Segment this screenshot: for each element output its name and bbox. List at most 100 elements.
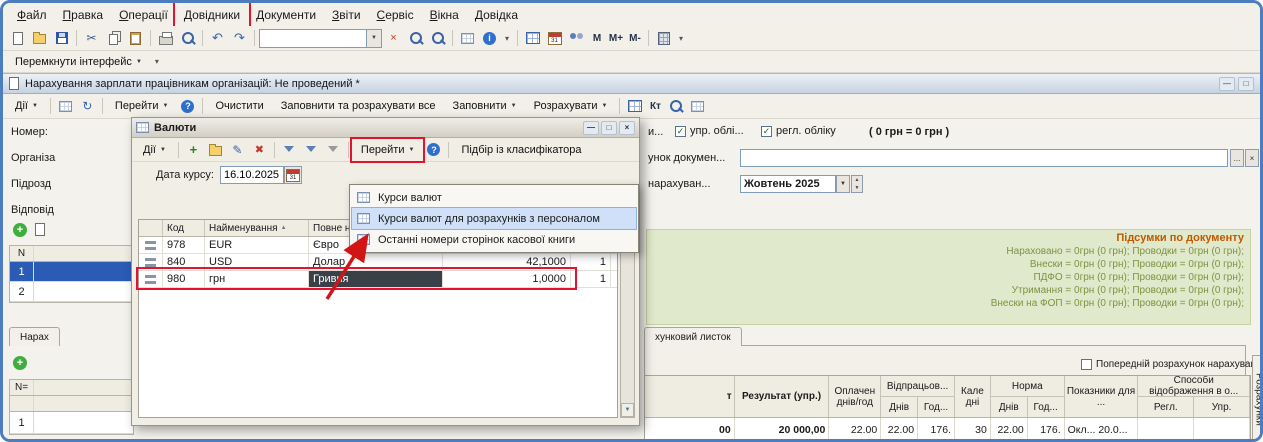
add-group-icon[interactable] — [205, 140, 226, 159]
doc-account-field[interactable] — [740, 149, 1228, 167]
precalc-checkbox[interactable]: Попередній розрахунок нарахувань — [1081, 359, 1261, 370]
find-icon[interactable] — [405, 29, 426, 48]
grid-row[interactable]: 2 — [10, 282, 133, 302]
spinner-up-icon[interactable]: ▲ — [852, 176, 862, 184]
redo-icon[interactable]: ↷ — [229, 29, 250, 48]
pick-from-classifier-button[interactable]: Підбір із класифікатора — [453, 140, 589, 160]
rate-date-calendar-icon[interactable]: 31 — [284, 166, 302, 184]
undo-icon[interactable]: ↶ — [207, 29, 228, 48]
info-icon[interactable]: i — [479, 29, 500, 48]
info-dropdown-icon[interactable]: ▾ — [501, 29, 513, 48]
spinner-down-icon[interactable]: ▼ — [852, 184, 862, 192]
dialog-actions-button[interactable]: Дії ▼ — [135, 140, 174, 160]
goto-button[interactable]: Перейти ▼ — [107, 96, 177, 116]
memory-subtract-button[interactable]: М- — [626, 29, 644, 48]
new-document-icon[interactable] — [7, 29, 28, 48]
select-value-icon[interactable]: ... — [1230, 149, 1244, 167]
edit-icon[interactable]: ✎ — [227, 140, 248, 159]
clear-button[interactable]: Очистити — [207, 96, 271, 116]
calendar-icon[interactable]: 31 — [544, 29, 565, 48]
document-window-titlebar[interactable]: Нарахування зарплати працівникам організ… — [3, 73, 1260, 94]
find-next-icon[interactable] — [427, 29, 448, 48]
print-icon[interactable] — [155, 29, 176, 48]
reread-icon[interactable]: ↻ — [77, 97, 98, 116]
table-icon[interactable] — [522, 29, 543, 48]
currency-row-usd[interactable]: 840 USD Долар 42,1000 1 — [139, 254, 617, 271]
header-name[interactable]: Найменування ▲ — [205, 220, 309, 236]
memory-recall-button[interactable]: М — [588, 29, 606, 48]
add-row-icon[interactable]: + — [13, 223, 27, 237]
menu-help[interactable]: Довідка — [467, 4, 526, 26]
switch-interface-button[interactable]: Перемкнути інтерфейс ▼ — [7, 52, 150, 72]
tab-accruals[interactable]: Нарах — [9, 327, 60, 346]
menu-directories[interactable]: Довідники — [176, 4, 248, 26]
regl-accounting-checkbox[interactable]: ✓ регл. обліку — [761, 125, 836, 137]
list-display-icon[interactable] — [687, 97, 708, 116]
open-icon[interactable] — [29, 29, 50, 48]
calculator-icon[interactable] — [653, 29, 674, 48]
dialog-minimize-icon[interactable]: — — [583, 121, 599, 135]
show-table-icon[interactable] — [624, 97, 645, 116]
add-accrual-icon[interactable]: + — [13, 356, 27, 370]
dialog-goto-button[interactable]: Перейти ▼ — [353, 140, 423, 160]
toolbar-overflow-icon[interactable]: ▾ — [675, 29, 687, 48]
dtkt-icon[interactable]: Кт — [646, 97, 664, 116]
menu-file[interactable]: Файл — [9, 4, 55, 26]
clear-field-icon[interactable]: × — [1245, 149, 1259, 167]
scroll-down-icon[interactable]: ▼ — [621, 403, 634, 417]
search-input[interactable] — [259, 29, 367, 48]
month-dropdown-icon[interactable]: ▼ — [836, 175, 850, 193]
calculate-button[interactable]: Розрахувати ▼ — [526, 96, 616, 116]
menu-service[interactable]: Сервіс — [369, 4, 422, 26]
menu-windows[interactable]: Вікна — [422, 4, 467, 26]
menu-edit[interactable]: Правка — [55, 4, 112, 26]
month-spinner[interactable]: ▲ ▼ — [851, 175, 863, 193]
help-icon[interactable]: ? — [177, 97, 198, 116]
menu-reports[interactable]: Звіти — [324, 4, 369, 26]
copy-row-icon[interactable] — [35, 223, 45, 236]
dialog-help-icon[interactable]: ? — [423, 140, 444, 159]
delete-icon[interactable]: ✖ — [249, 140, 270, 159]
preview-icon[interactable] — [177, 29, 198, 48]
menu-item-personnel-rates[interactable]: Курси валют для розрахунків з персоналом — [352, 208, 636, 229]
filter-by-value-icon[interactable] — [301, 140, 322, 159]
menu-documents[interactable]: Документи — [248, 4, 324, 26]
tab-calc-sheet[interactable]: хунковий листок — [644, 327, 742, 346]
windows-list-icon[interactable] — [457, 29, 478, 48]
cut-icon[interactable]: ✂ — [81, 29, 102, 48]
dialog-maximize-icon[interactable]: □ — [601, 121, 617, 135]
rate-date-input[interactable] — [220, 166, 284, 184]
currency-row-uah[interactable]: 980 грн Гривня 1,0000 1 — [139, 271, 617, 288]
add-currency-icon[interactable]: + — [183, 140, 204, 159]
clear-filter-icon[interactable] — [323, 140, 344, 159]
menu-item-currency-rates[interactable]: Курси валют — [352, 187, 636, 208]
fill-button[interactable]: Заповнити ▼ — [445, 96, 525, 116]
search-dropdown-icon[interactable]: ▼ — [367, 29, 382, 48]
header-code[interactable]: Код — [163, 220, 205, 236]
dialog-titlebar[interactable]: Валюти — □ × — [132, 118, 639, 138]
accruals-row[interactable]: 1 — [10, 412, 133, 434]
fill-and-calc-all-button[interactable]: Заповнити та розрахувати все — [273, 96, 444, 116]
minimize-window-icon[interactable]: — — [1219, 77, 1235, 91]
paste-icon[interactable] — [125, 29, 146, 48]
memory-add-button[interactable]: М+ — [607, 29, 625, 48]
mgmt-accounting-checkbox[interactable]: ✓ упр. облі... — [675, 125, 744, 137]
menu-item-cashbook-pages[interactable]: Останні номери сторінок касової книги — [352, 229, 636, 250]
list-settings-icon[interactable] — [55, 97, 76, 116]
save-icon[interactable] — [51, 29, 72, 48]
filter-icon[interactable] — [279, 140, 300, 159]
grid-row-selected[interactable]: 1 — [10, 262, 133, 282]
tab-calculations-vertical[interactable]: Розрахунки — [1252, 355, 1263, 442]
clear-search-icon[interactable]: × — [383, 29, 404, 48]
menu-operations[interactable]: Операції — [111, 4, 176, 26]
users-icon[interactable] — [566, 29, 587, 48]
restore-window-icon[interactable]: □ — [1238, 77, 1254, 91]
chevron-down-icon: ▼ — [32, 103, 38, 109]
results-data-row[interactable]: 00 20 000,00 22.00 22.00 176. 30 22.00 1… — [645, 418, 1250, 442]
interface-overflow-icon[interactable]: ▾ — [151, 52, 163, 71]
copy-icon[interactable] — [103, 29, 124, 48]
dialog-close-icon[interactable]: × — [619, 121, 635, 135]
find-in-list-icon[interactable] — [665, 97, 686, 116]
actions-button[interactable]: Дії ▼ — [7, 96, 46, 116]
accrual-month-field[interactable]: Жовтень 2025 — [740, 175, 836, 193]
